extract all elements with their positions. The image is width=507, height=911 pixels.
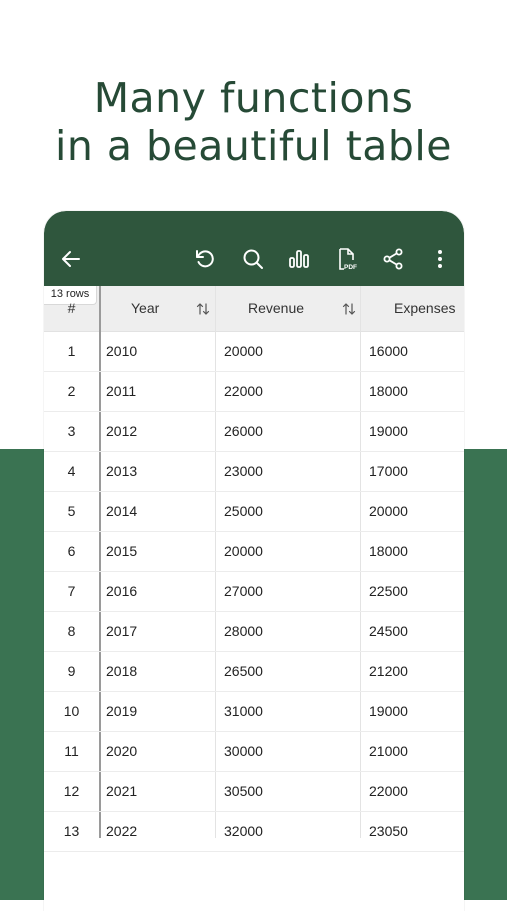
share-icon[interactable] (380, 246, 406, 272)
year-cell[interactable]: 2019 (106, 692, 137, 731)
revenue-cell[interactable]: 30500 (224, 772, 263, 811)
phone-screen: PDF 13 rows # Year Revenue Expenses 1 201… (44, 211, 464, 911)
table-row[interactable]: 3 2012 26000 19000 (44, 412, 464, 452)
data-table: 13 rows # Year Revenue Expenses 1 2010 200… (44, 286, 464, 852)
table-body: 1 2010 20000 16000 2 2011 22000 18000 3 2012 26000… (44, 332, 464, 852)
table-row[interactable]: 6 2015 20000 18000 (44, 532, 464, 572)
row-number-cell: 8 (67, 623, 76, 639)
expenses-cell[interactable]: 17000 (369, 452, 408, 491)
revenue-cell[interactable]: 25000 (224, 492, 263, 531)
back-arrow-icon[interactable] (58, 246, 84, 272)
revenue-cell[interactable]: 22000 (224, 372, 263, 411)
expenses-cell[interactable]: 23050 (369, 812, 408, 851)
table-row[interactable]: 4 2013 23000 17000 (44, 452, 464, 492)
undo-icon[interactable] (192, 246, 218, 272)
expenses-cell[interactable]: 22000 (369, 772, 408, 811)
headline-line-1: Many functions (93, 74, 414, 122)
promo-headline: Many functions in a beautiful table (0, 74, 507, 170)
table-row[interactable]: 12 2021 30500 22000 (44, 772, 464, 812)
table-row[interactable]: 8 2017 28000 24500 (44, 612, 464, 652)
row-number-cell: 7 (67, 583, 76, 599)
year-cell[interactable]: 2018 (106, 652, 137, 691)
revenue-cell[interactable]: 23000 (224, 452, 263, 491)
pdf-icon[interactable]: PDF (333, 246, 359, 272)
expenses-cell[interactable]: 18000 (369, 372, 408, 411)
index-column-header: # (67, 300, 76, 316)
table-row[interactable]: 7 2016 27000 22500 (44, 572, 464, 612)
row-number-cell: 6 (67, 543, 76, 559)
year-cell[interactable]: 2017 (106, 612, 137, 651)
row-number-cell: 2 (67, 383, 76, 399)
revenue-cell[interactable]: 27000 (224, 572, 263, 611)
column-header-revenue[interactable]: Revenue (248, 286, 304, 331)
more-vert-icon[interactable] (427, 246, 453, 272)
revenue-cell[interactable]: 20000 (224, 332, 263, 371)
row-number-cell: 5 (67, 503, 76, 519)
sort-icon[interactable] (195, 301, 211, 317)
table-row[interactable]: 1 2010 20000 16000 (44, 332, 464, 372)
row-number-cell: 1 (67, 343, 76, 359)
table-row[interactable]: 2 2011 22000 18000 (44, 372, 464, 412)
row-number-cell: 3 (67, 423, 76, 439)
year-cell[interactable]: 2020 (106, 732, 137, 771)
year-cell[interactable]: 2022 (106, 812, 137, 851)
table-row[interactable]: 11 2020 30000 21000 (44, 732, 464, 772)
expenses-cell[interactable]: 19000 (369, 692, 408, 731)
year-cell[interactable]: 2015 (106, 532, 137, 571)
revenue-cell[interactable]: 26500 (224, 652, 263, 691)
year-cell[interactable]: 2014 (106, 492, 137, 531)
svg-text:PDF: PDF (344, 264, 357, 271)
expenses-cell[interactable]: 18000 (369, 532, 408, 571)
revenue-cell[interactable]: 20000 (224, 532, 263, 571)
expenses-cell[interactable]: 21000 (369, 732, 408, 771)
row-number-cell: 10 (63, 703, 80, 719)
table-row[interactable]: 5 2014 25000 20000 (44, 492, 464, 532)
row-number-cell: 13 (63, 823, 80, 839)
chart-icon[interactable] (286, 246, 312, 272)
year-cell[interactable]: 2012 (106, 412, 137, 451)
year-cell[interactable]: 2021 (106, 772, 137, 811)
search-icon[interactable] (240, 246, 266, 272)
year-cell[interactable]: 2011 (106, 372, 136, 411)
column-header-expenses[interactable]: Expenses (394, 286, 455, 331)
revenue-cell[interactable]: 26000 (224, 412, 263, 451)
row-number-cell: 9 (67, 663, 76, 679)
table-row[interactable]: 13 2022 32000 23050 (44, 812, 464, 852)
revenue-cell[interactable]: 32000 (224, 812, 263, 851)
row-number-cell: 12 (63, 783, 80, 799)
expenses-cell[interactable]: 19000 (369, 412, 408, 451)
expenses-cell[interactable]: 16000 (369, 332, 408, 371)
revenue-cell[interactable]: 28000 (224, 612, 263, 651)
column-header-year[interactable]: Year (131, 286, 159, 331)
revenue-cell[interactable]: 31000 (224, 692, 263, 731)
table-row[interactable]: 10 2019 31000 19000 (44, 692, 464, 732)
table-row[interactable]: 9 2018 26500 21200 (44, 652, 464, 692)
year-cell[interactable]: 2016 (106, 572, 137, 611)
app-toolbar: PDF (44, 211, 464, 286)
sort-icon[interactable] (341, 301, 357, 317)
expenses-cell[interactable]: 21200 (369, 652, 408, 691)
revenue-cell[interactable]: 30000 (224, 732, 263, 771)
expenses-cell[interactable]: 24500 (369, 612, 408, 651)
expenses-cell[interactable]: 22500 (369, 572, 408, 611)
row-number-cell: 4 (67, 463, 76, 479)
row-number-cell: 11 (64, 743, 79, 759)
year-cell[interactable]: 2010 (106, 332, 137, 371)
table-header: 13 rows # Year Revenue Expenses (44, 286, 464, 332)
headline-line-2: in a beautiful table (54, 122, 453, 170)
expenses-cell[interactable]: 20000 (369, 492, 408, 531)
year-cell[interactable]: 2013 (106, 452, 137, 491)
